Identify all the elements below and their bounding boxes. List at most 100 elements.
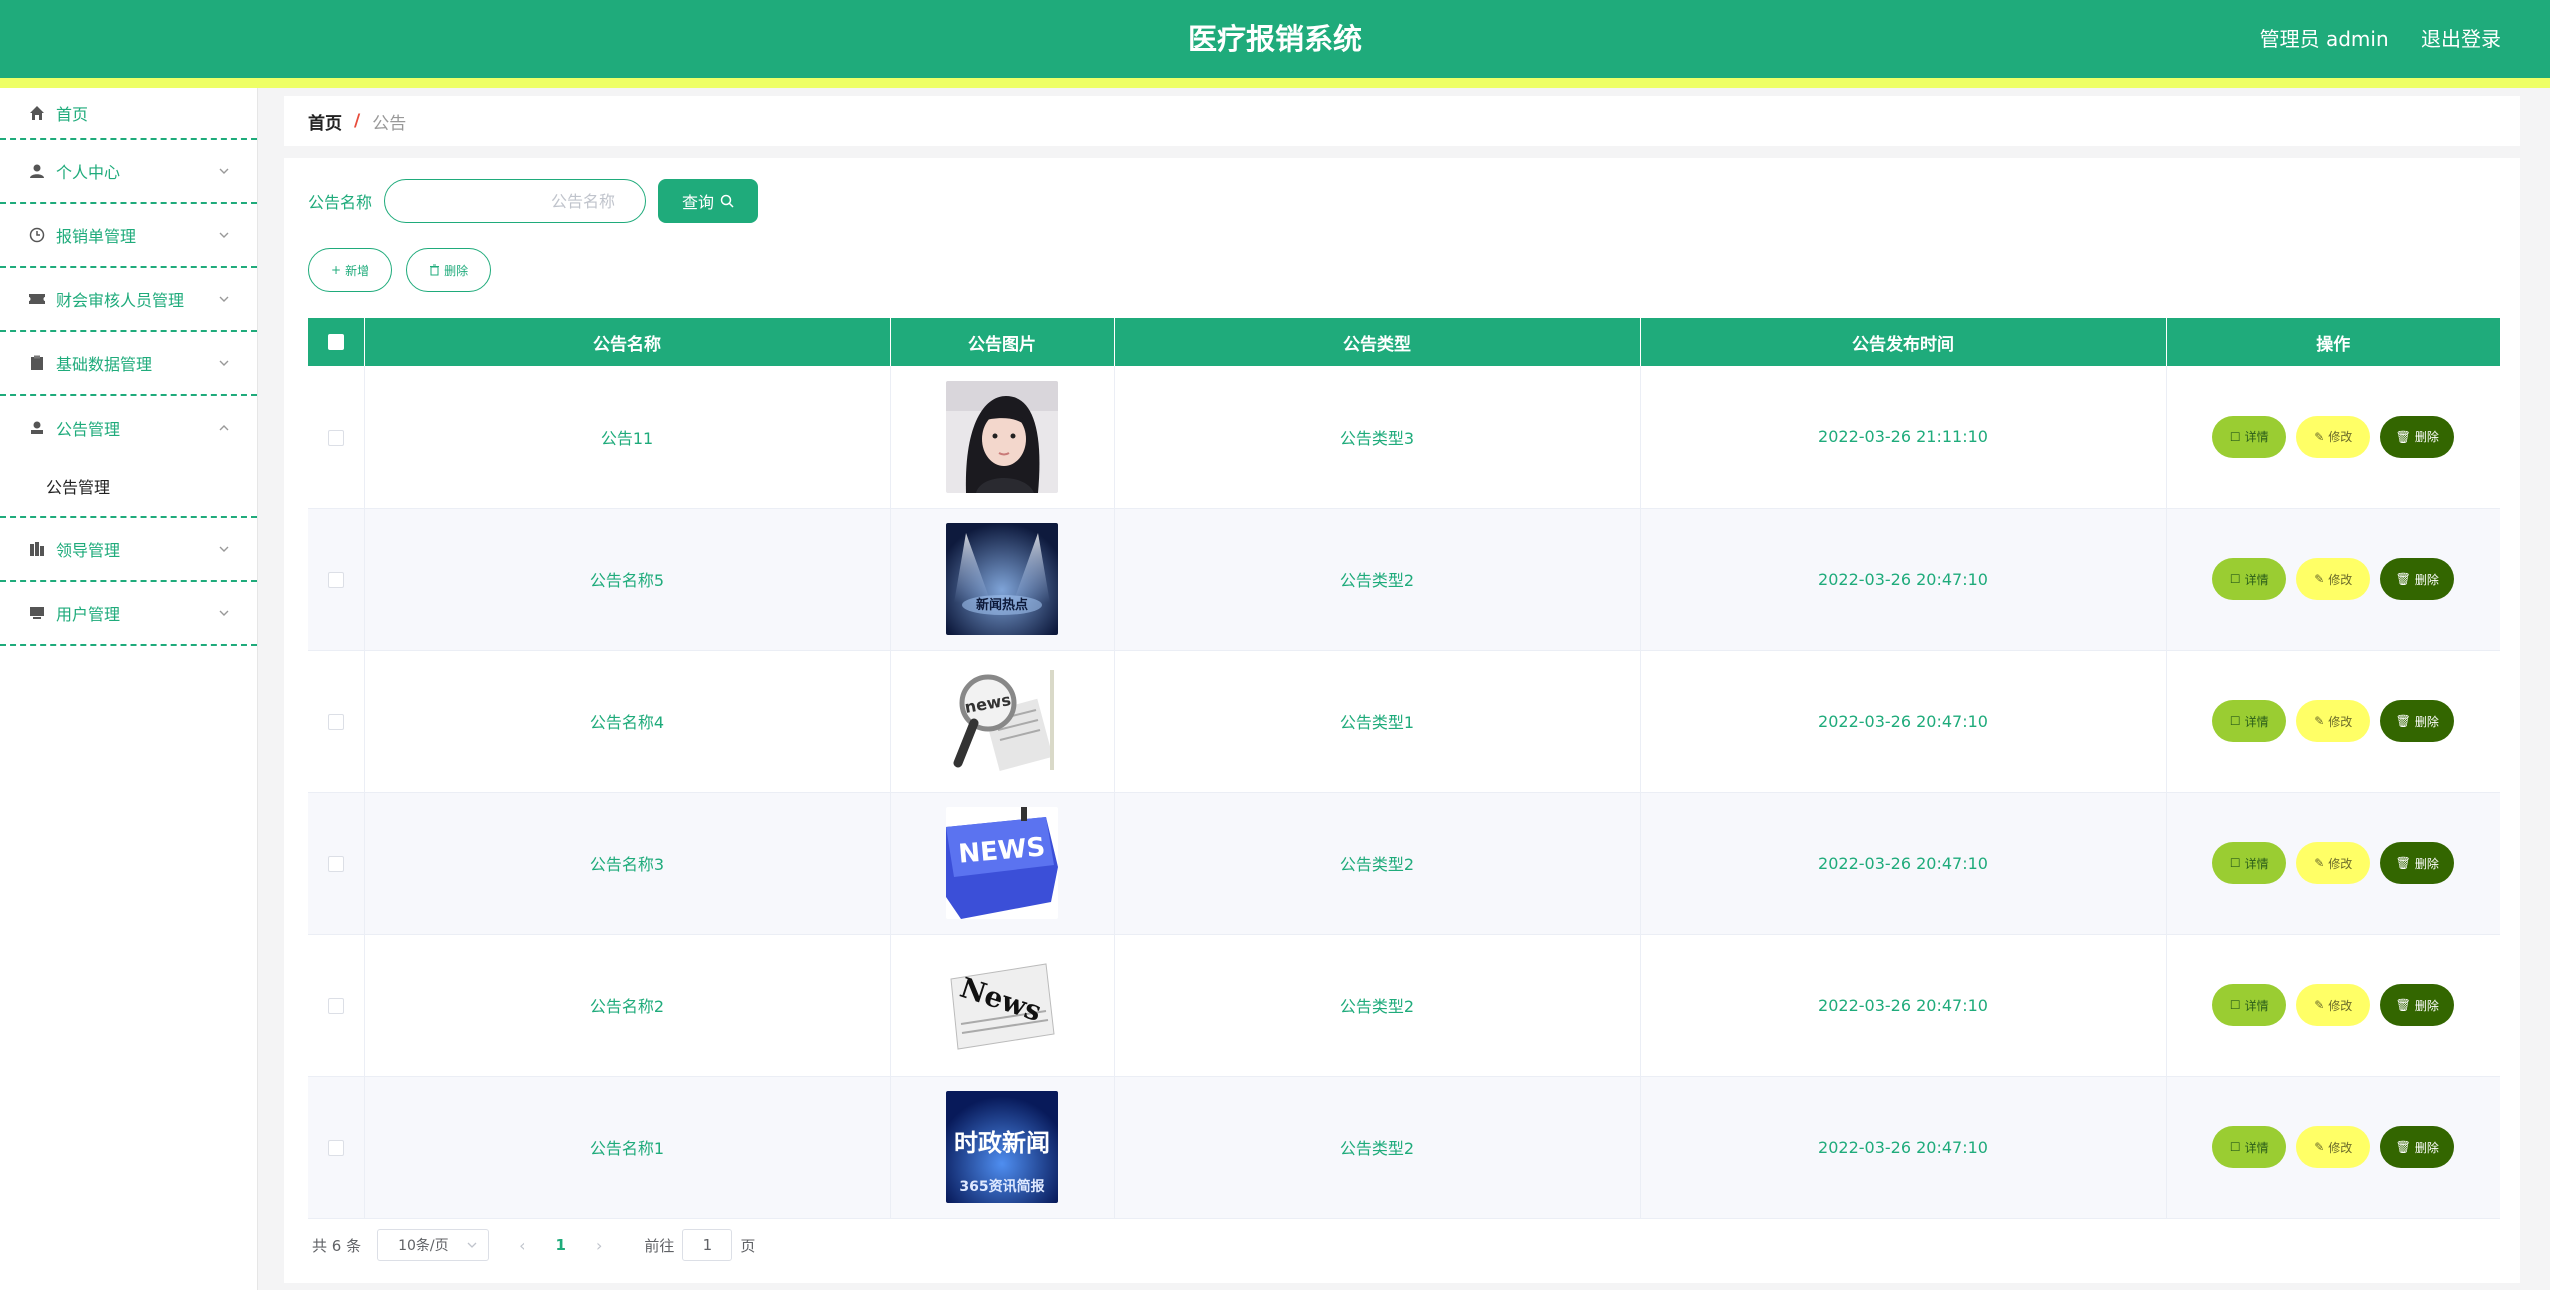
sidebar-item-basic-data[interactable]: 基础数据管理	[0, 332, 257, 396]
detail-button[interactable]: ☐ 详情	[2212, 984, 2287, 1026]
table-header-row: 公告名称 公告图片 公告类型 公告发布时间 操作	[308, 318, 2500, 366]
select-all-checkbox[interactable]	[327, 334, 344, 350]
top-header: 医疗报销系统 管理员 admin 退出登录	[0, 0, 2550, 78]
column-header-publish-time[interactable]: 公告发布时间	[1640, 318, 2167, 366]
delete-label: 删除	[2414, 714, 2439, 729]
table-row: 公告名称4 news 公告类型1 2022-03-26 20:47:10 ☐ 详…	[308, 650, 2500, 793]
sidebar-item-reimbursement[interactable]: 报销单管理	[0, 204, 257, 268]
breadcrumb: 首页 / 公告	[284, 96, 2520, 146]
row-checkbox[interactable]	[327, 429, 344, 446]
edit-icon: ✎	[2314, 1140, 2325, 1154]
goto-page-input[interactable]	[682, 1229, 733, 1261]
row-checkbox[interactable]	[327, 998, 344, 1014]
politics-news-thumbnail[interactable]: 时政新闻 365资讯简报	[946, 1091, 1058, 1203]
edit-label: 修改	[2328, 998, 2353, 1013]
edit-button[interactable]: ✎ 修改	[2296, 558, 2371, 600]
column-header-actions: 操作	[2166, 318, 2500, 366]
thumbnail-caption-top: 时政新闻	[954, 1129, 1050, 1157]
news-key-thumbnail[interactable]: NEWS	[946, 807, 1058, 919]
sidebar-item-label: 报销单管理	[56, 227, 137, 246]
goto-prefix: 前往	[644, 1236, 675, 1255]
detail-label: 详情	[2244, 714, 2269, 729]
sidebar-item-personal-center[interactable]: 个人中心	[0, 140, 257, 204]
clipboard-icon	[28, 354, 46, 372]
submenu-item-announcement-management[interactable]: 公告管理	[0, 460, 257, 516]
breadcrumb-current: 公告	[372, 113, 407, 134]
logout-link[interactable]: 退出登录	[2421, 27, 2501, 51]
column-header-name[interactable]: 公告名称	[364, 318, 891, 366]
row-checkbox[interactable]	[327, 714, 344, 730]
portrait-thumbnail[interactable]	[946, 380, 1058, 493]
sidebar-item-users[interactable]: 用户管理	[0, 582, 257, 646]
prev-page-icon[interactable]: ‹	[519, 1236, 525, 1255]
detail-button[interactable]: ☐ 详情	[2212, 415, 2287, 458]
delete-button[interactable]: 🗑 删除	[2380, 558, 2455, 600]
row-checkbox[interactable]	[327, 856, 344, 872]
add-button[interactable]: + 新增	[308, 248, 393, 292]
edit-button[interactable]: ✎ 修改	[2296, 984, 2371, 1026]
detail-button[interactable]: ☐ 详情	[2212, 842, 2287, 884]
detail-icon: ☐	[2229, 429, 2241, 444]
detail-button[interactable]: ☐ 详情	[2212, 1126, 2287, 1168]
chevron-up-icon	[219, 425, 229, 431]
pagination: 共 6 条 10条/页 ‹ 1 › 前往 页	[312, 1228, 755, 1262]
detail-button[interactable]: ☐ 详情	[2212, 558, 2287, 600]
edit-button[interactable]: ✎ 修改	[2296, 1126, 2371, 1168]
detail-button[interactable]: ☐ 详情	[2212, 700, 2287, 742]
table-row: 公告名称5 新闻热点 公告类型2 2022-03-26 20:47:10 ☐ 详…	[308, 508, 2500, 651]
delete-button[interactable]: 🗑 删除	[2380, 1126, 2455, 1168]
batch-delete-button-label: 删除	[444, 263, 469, 278]
delete-label: 删除	[2414, 856, 2439, 871]
magnifier-news-thumbnail[interactable]: news	[946, 665, 1058, 777]
announcement-table: 公告名称 公告图片 公告类型 公告发布时间 操作 公告11 公告类型3 2022…	[308, 318, 2500, 1219]
sidebar-item-home[interactable]: 首页	[0, 88, 257, 140]
delete-button[interactable]: 🗑 删除	[2380, 415, 2455, 458]
row-checkbox[interactable]	[327, 572, 344, 588]
cell-publish-time: 2022-03-26 20:47:10	[1640, 650, 2167, 793]
search-input[interactable]	[384, 179, 647, 223]
cell-publish-time: 2022-03-26 20:47:10	[1640, 1076, 2167, 1219]
edit-button[interactable]: ✎ 修改	[2296, 415, 2371, 458]
clock-icon	[28, 226, 46, 244]
plus-icon: +	[331, 263, 342, 277]
cell-publish-time: 2022-03-26 20:47:10	[1640, 934, 2167, 1077]
chevron-down-icon	[219, 168, 229, 174]
cell-name: 公告名称2	[364, 934, 891, 1077]
main-content: 公告名称 查询 + 新增 删除 公告名称 公告图片 公告	[284, 158, 2520, 1283]
page-number-current[interactable]: 1	[556, 1236, 566, 1254]
edit-icon: ✎	[2314, 714, 2325, 728]
next-page-icon[interactable]: ›	[596, 1236, 602, 1255]
search-button-label: 查询	[682, 193, 715, 212]
newspaper-thumbnail[interactable]: News	[946, 949, 1058, 1061]
row-actions: ☐ 详情 ✎ 修改 🗑 删除	[2167, 984, 2501, 1026]
edit-icon: ✎	[2314, 572, 2325, 586]
chevron-down-icon	[219, 610, 229, 616]
edit-button[interactable]: ✎ 修改	[2296, 700, 2371, 742]
trash-icon: 🗑	[2395, 1140, 2411, 1154]
search-icon	[720, 194, 734, 208]
breadcrumb-home[interactable]: 首页	[308, 109, 342, 134]
trash-icon: 🗑	[2395, 856, 2411, 870]
trash-icon: 🗑	[2395, 998, 2411, 1012]
sidebar-item-leaders[interactable]: 领导管理	[0, 518, 257, 582]
sidebar-item-finance-reviewers[interactable]: 财会审核人员管理	[0, 268, 257, 332]
admin-user-label[interactable]: 管理员 admin	[2260, 27, 2389, 51]
page-size-select[interactable]: 10条/页	[377, 1229, 490, 1261]
delete-button[interactable]: 🗑 删除	[2380, 984, 2455, 1026]
edit-label: 修改	[2328, 1140, 2353, 1155]
detail-icon: ☐	[2229, 572, 2241, 586]
batch-delete-button[interactable]: 删除	[406, 248, 492, 292]
sidebar-item-announcements[interactable]: 公告管理	[0, 396, 257, 460]
row-checkbox[interactable]	[327, 1140, 344, 1156]
edit-button[interactable]: ✎ 修改	[2296, 842, 2371, 884]
column-header-type[interactable]: 公告类型	[1114, 318, 1641, 366]
sidebar-item-label: 首页	[56, 105, 89, 124]
trash-icon: 🗑	[2395, 429, 2411, 444]
spotlight-thumbnail[interactable]: 新闻热点	[946, 523, 1058, 635]
delete-button[interactable]: 🗑 删除	[2380, 842, 2455, 884]
search-button[interactable]: 查询	[658, 179, 759, 223]
delete-button[interactable]: 🗑 删除	[2380, 700, 2455, 742]
sidebar-item-label: 财会审核人员管理	[56, 291, 185, 310]
ticket-icon	[28, 290, 46, 308]
edit-icon: ✎	[2314, 998, 2325, 1012]
